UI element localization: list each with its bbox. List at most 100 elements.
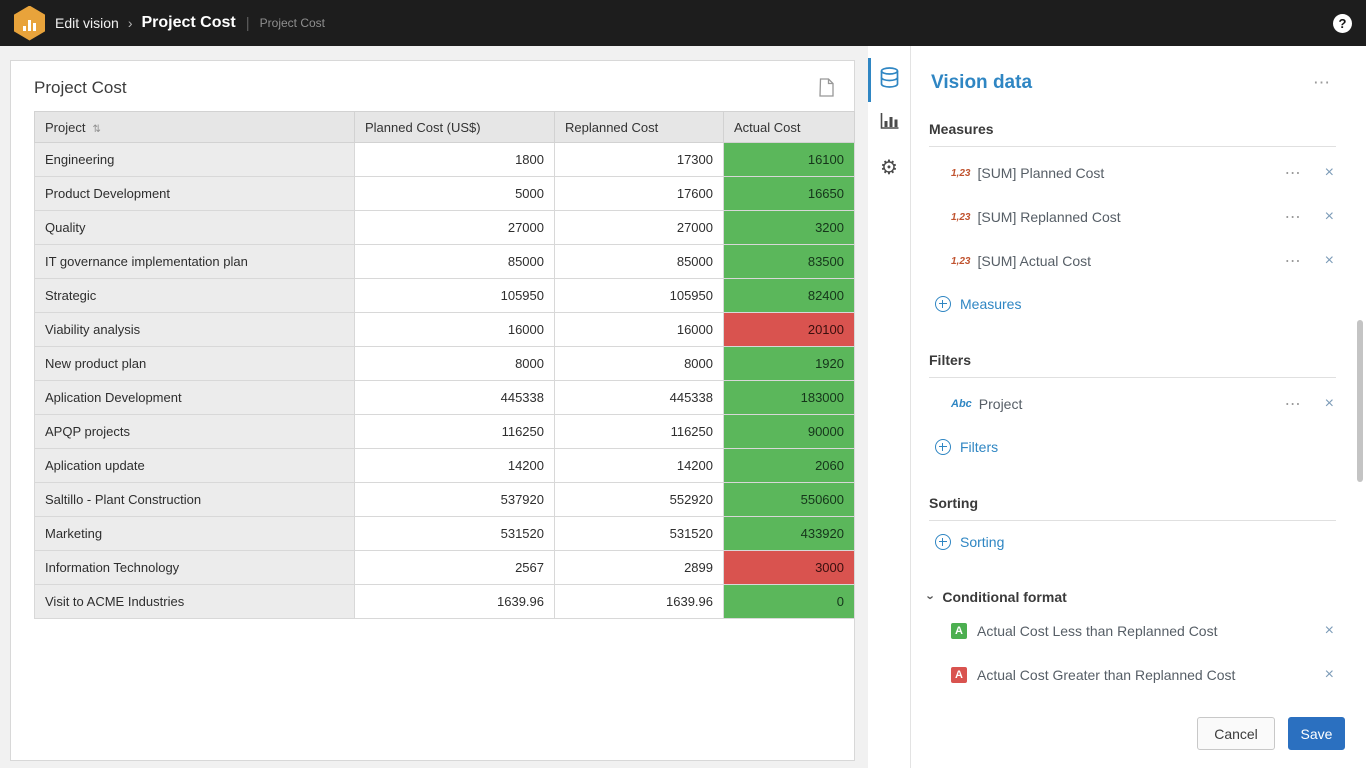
add-filters-label: Filters xyxy=(960,439,998,455)
app-logo-icon[interactable] xyxy=(14,6,45,41)
planned-cost-cell: 531520 xyxy=(355,517,555,551)
project-name-cell: Quality xyxy=(35,211,355,245)
chevron-down-icon: › xyxy=(925,595,938,599)
project-name-cell: Visit to ACME Industries xyxy=(35,585,355,619)
planned-cost-cell: 105950 xyxy=(355,279,555,313)
planned-cost-cell: 14200 xyxy=(355,449,555,483)
tab-vision-data[interactable] xyxy=(868,58,910,102)
project-name-cell: Aplication update xyxy=(35,449,355,483)
column-header-actual-cost[interactable]: Actual Cost xyxy=(724,112,855,143)
replanned-cost-cell: 552920 xyxy=(555,483,724,517)
item-menu-icon[interactable]: ⋯ xyxy=(1285,163,1302,183)
replanned-cost-cell: 8000 xyxy=(555,347,724,381)
actual-cost-cell: 550600 xyxy=(724,483,855,517)
item-label: [SUM] Planned Cost xyxy=(977,165,1104,181)
item-label: Actual Cost Less than Replanned Cost xyxy=(977,623,1217,639)
table-row: APQP projects11625011625090000 xyxy=(35,415,855,449)
row-controls: × xyxy=(1325,622,1336,640)
item-menu-icon[interactable]: ⋯ xyxy=(1285,207,1302,227)
add-filters-button[interactable]: Filters xyxy=(929,426,1336,468)
item-label: [SUM] Actual Cost xyxy=(977,253,1091,269)
help-icon[interactable]: ? xyxy=(1333,14,1352,33)
measures-list: 1,23[SUM] Planned Cost⋯×1,23[SUM] Replan… xyxy=(929,151,1336,283)
table-row: Saltillo - Plant Construction53792055292… xyxy=(35,483,855,517)
project-cost-table: Project⇅ Planned Cost (US$) Replanned Co… xyxy=(34,111,855,619)
replanned-cost-cell: 116250 xyxy=(555,415,724,449)
tab-widget-settings[interactable]: ⚙ xyxy=(868,146,910,190)
panel-menu-icon[interactable]: ⋯ xyxy=(1313,73,1332,93)
filter-item[interactable]: AbcProject⋯× xyxy=(929,382,1336,426)
replanned-cost-cell: 105950 xyxy=(555,279,724,313)
planned-cost-cell: 85000 xyxy=(355,245,555,279)
measure-item[interactable]: 1,23[SUM] Actual Cost⋯× xyxy=(929,239,1336,283)
item-menu-icon[interactable]: ⋯ xyxy=(1285,394,1302,414)
widget-title: Project Cost xyxy=(34,78,127,98)
panel-scrollbar[interactable] xyxy=(1357,320,1363,482)
project-name-cell: Aplication Development xyxy=(35,381,355,415)
add-measures-label: Measures xyxy=(960,296,1021,312)
column-header-project[interactable]: Project⇅ xyxy=(35,112,355,143)
project-name-cell: Viability analysis xyxy=(35,313,355,347)
conditional-format-item[interactable]: AActual Cost Greater than Replanned Cost… xyxy=(929,653,1336,697)
format-swatch-icon: A xyxy=(951,623,967,639)
sort-icon[interactable]: ⇅ xyxy=(92,124,100,135)
panel-title: Vision data xyxy=(931,72,1032,94)
cancel-button[interactable]: Cancel xyxy=(1197,717,1275,750)
add-sorting-label: Sorting xyxy=(960,534,1004,550)
measure-item[interactable]: 1,23[SUM] Planned Cost⋯× xyxy=(929,151,1336,195)
save-button[interactable]: Save xyxy=(1288,717,1345,750)
widget-card: Project Cost Project⇅ Planned Cost (US$)… xyxy=(10,60,855,761)
actual-cost-cell: 3000 xyxy=(724,551,855,585)
table-row: Viability analysis160001600020100 xyxy=(35,313,855,347)
column-header-replanned-cost[interactable]: Replanned Cost xyxy=(555,112,724,143)
tab-chart-settings[interactable] xyxy=(868,102,910,146)
help-glyph: ? xyxy=(1339,16,1347,31)
table-row: New product plan800080001920 xyxy=(35,347,855,381)
column-header-planned-cost[interactable]: Planned Cost (US$) xyxy=(355,112,555,143)
database-icon xyxy=(880,67,899,93)
number-format-icon: 1,23 xyxy=(951,256,970,267)
add-measures-button[interactable]: Measures xyxy=(929,283,1336,325)
table-row: Aplication Development445338445338183000 xyxy=(35,381,855,415)
actual-cost-cell: 3200 xyxy=(724,211,855,245)
panel-tab-strip: ⚙ xyxy=(868,46,911,768)
measure-item[interactable]: 1,23[SUM] Replanned Cost⋯× xyxy=(929,195,1336,239)
project-name-cell: IT governance implementation plan xyxy=(35,245,355,279)
widget-card-header: Project Cost xyxy=(11,61,854,111)
project-name-cell: APQP projects xyxy=(35,415,355,449)
actual-cost-cell: 1920 xyxy=(724,347,855,381)
project-name-cell: Product Development xyxy=(35,177,355,211)
add-sorting-button[interactable]: Sorting xyxy=(929,521,1336,563)
item-remove-icon[interactable]: × xyxy=(1325,395,1334,413)
item-label: [SUM] Replanned Cost xyxy=(977,209,1120,225)
topbar: Edit vision › Project Cost | Project Cos… xyxy=(0,0,1366,46)
document-icon[interactable] xyxy=(819,78,834,97)
row-controls: ⋯× xyxy=(1285,251,1336,271)
replanned-cost-cell: 85000 xyxy=(555,245,724,279)
item-menu-icon[interactable]: ⋯ xyxy=(1285,251,1302,271)
actual-cost-cell: 20100 xyxy=(724,313,855,347)
conditional-format-header[interactable]: › Conditional format xyxy=(929,589,1336,605)
breadcrumb-edit-vision[interactable]: Edit vision xyxy=(55,15,119,31)
actual-cost-cell: 82400 xyxy=(724,279,855,313)
item-remove-icon[interactable]: × xyxy=(1325,666,1334,684)
item-remove-icon[interactable]: × xyxy=(1325,252,1334,270)
item-remove-icon[interactable]: × xyxy=(1325,622,1334,640)
replanned-cost-cell: 16000 xyxy=(555,313,724,347)
actual-cost-cell: 2060 xyxy=(724,449,855,483)
title-divider: | xyxy=(246,15,250,32)
table-header-row: Project⇅ Planned Cost (US$) Replanned Co… xyxy=(35,112,855,143)
plus-circle-icon xyxy=(935,534,951,550)
replanned-cost-cell: 1639.96 xyxy=(555,585,724,619)
project-name-cell: Strategic xyxy=(35,279,355,313)
sorting-heading: Sorting xyxy=(929,495,1336,521)
planned-cost-cell: 537920 xyxy=(355,483,555,517)
table-row: Aplication update14200142002060 xyxy=(35,449,855,483)
project-name-cell: Marketing xyxy=(35,517,355,551)
item-remove-icon[interactable]: × xyxy=(1325,208,1334,226)
conditional-format-item[interactable]: A Actual Cost Less than Replanned Cost × xyxy=(929,609,1336,653)
item-remove-icon[interactable]: × xyxy=(1325,164,1334,182)
logo-bar-icon xyxy=(33,23,36,31)
replanned-cost-cell: 17600 xyxy=(555,177,724,211)
planned-cost-cell: 27000 xyxy=(355,211,555,245)
